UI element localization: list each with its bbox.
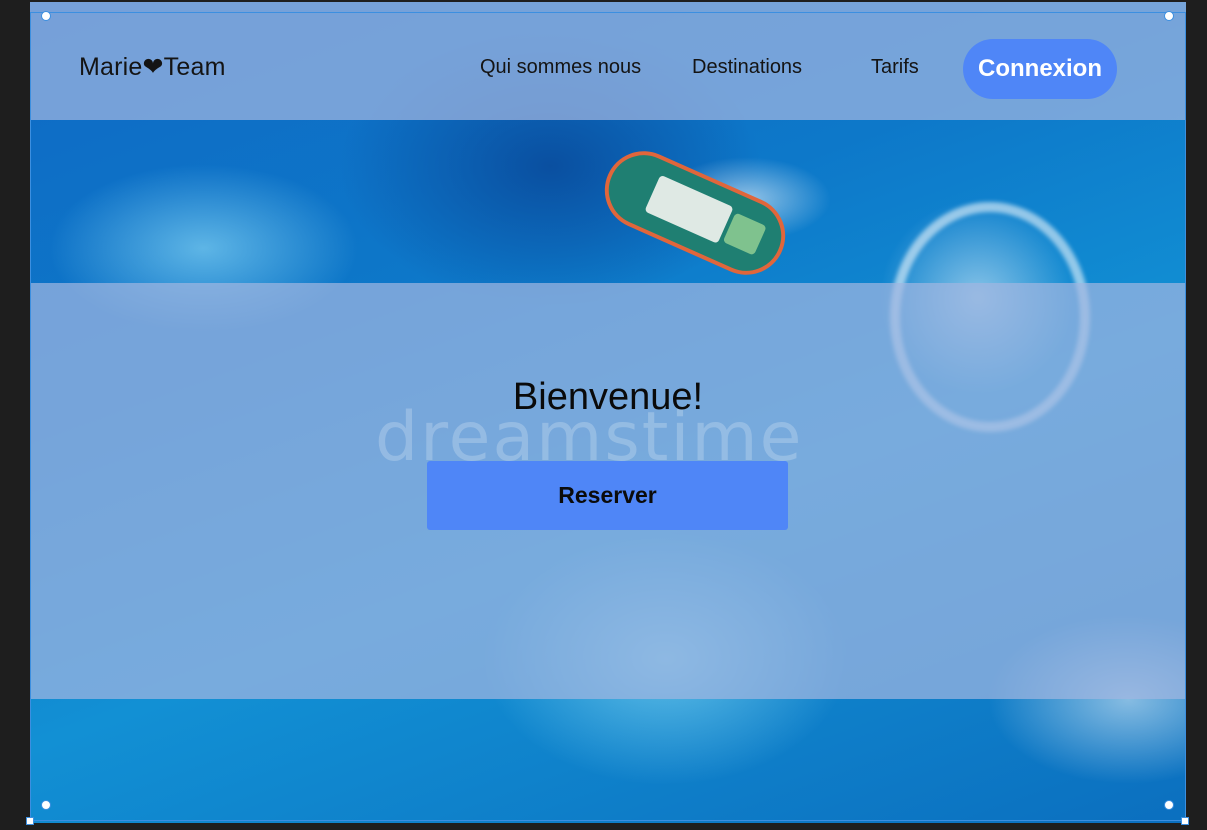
top-nav-bar: Marie❤Team Qui sommes nous Destinations … [30, 2, 1186, 120]
corner-handle-bottom-left[interactable] [26, 817, 34, 825]
hero-panel: dreamstime Bienvenue! Reserver [30, 283, 1186, 699]
corner-handle-bottom-right[interactable] [1181, 817, 1189, 825]
resize-handle-top-left[interactable] [41, 11, 51, 21]
boat-image [592, 138, 798, 288]
login-button[interactable]: Connexion [963, 39, 1117, 99]
resize-handle-bottom-right[interactable] [1164, 800, 1174, 810]
page-canvas: Marie❤Team Qui sommes nous Destinations … [30, 2, 1186, 823]
nav-link-about[interactable]: Qui sommes nous [480, 56, 641, 79]
reserve-button[interactable]: Reserver [427, 461, 788, 530]
resize-handle-top-right[interactable] [1164, 11, 1174, 21]
resize-handle-bottom-left[interactable] [41, 800, 51, 810]
nav-link-destinations[interactable]: Destinations [692, 56, 802, 79]
logo[interactable]: Marie❤Team [79, 52, 226, 82]
hero-title: Bienvenue! [512, 376, 704, 418]
nav-link-tarifs[interactable]: Tarifs [871, 56, 919, 79]
